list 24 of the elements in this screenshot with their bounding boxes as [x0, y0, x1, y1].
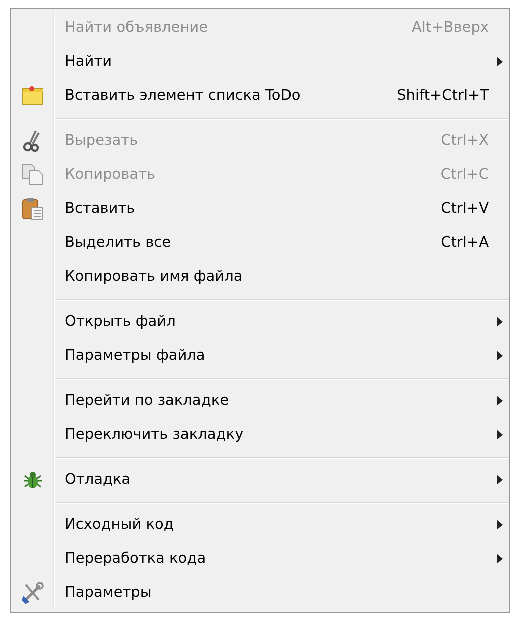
menu-item[interactable]: Перейти по закладке	[11, 384, 509, 418]
shortcut-label: Ctrl+V	[441, 201, 489, 217]
copy-icon	[22, 164, 44, 186]
bug-icon	[23, 470, 43, 490]
menu-item[interactable]: Параметры файла	[11, 339, 509, 373]
menu-item[interactable]: Переработка кода	[11, 542, 509, 576]
clipboard-icon	[22, 197, 44, 221]
sticky-note-icon	[22, 86, 44, 106]
menu-item[interactable]: Выделить все Ctrl+A	[11, 226, 509, 260]
shortcut-label: Shift+Ctrl+T	[397, 88, 489, 104]
menu-item[interactable]: Отладка	[11, 463, 509, 497]
shortcut-label: Alt+Вверх	[412, 20, 489, 36]
shortcut-label: Ctrl+X	[441, 133, 489, 149]
menu-item[interactable]: Открыть файл	[11, 305, 509, 339]
shortcut-label: Ctrl+A	[441, 235, 489, 251]
menu-item[interactable]: Вставить элемент списка ToDo Shift+Ctrl+T	[11, 79, 509, 113]
tools-icon	[22, 582, 44, 604]
menu-item[interactable]: Переключить закладку	[11, 418, 509, 452]
menu-item[interactable]: Найти	[11, 45, 509, 79]
menu-item[interactable]: Параметры	[11, 576, 509, 610]
shortcut-label: Ctrl+C	[440, 167, 489, 183]
menu-item[interactable]: Исходный код	[11, 508, 509, 542]
menu-item[interactable]: Копировать имя файла	[11, 260, 509, 294]
menu-item[interactable]: Вставить Ctrl+V	[11, 192, 509, 226]
